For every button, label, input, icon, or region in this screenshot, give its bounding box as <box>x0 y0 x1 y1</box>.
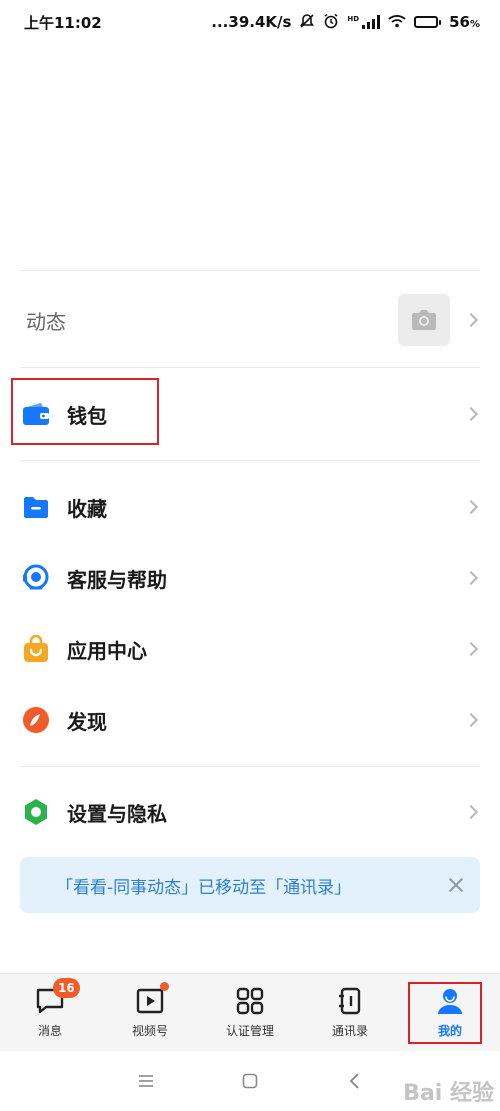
settings-label: 设置与隐私 <box>67 801 167 826</box>
tab-certification[interactable]: 认证管理 <box>200 974 300 1051</box>
wallet-highlight-box <box>11 378 159 445</box>
status-bar: 上午11:02 ...39.4K/s HD 56% <box>0 0 500 44</box>
divider <box>20 367 480 368</box>
tab-video[interactable]: 视频号 <box>100 974 200 1051</box>
chevron-right-icon <box>463 570 479 586</box>
tab-label: 消息 <box>37 1024 62 1038</box>
back-icon[interactable] <box>342 1069 366 1093</box>
status-icons: ...39.4K/s HD 56% <box>211 13 480 32</box>
hd-label: HD <box>347 15 360 23</box>
divider <box>20 270 480 271</box>
gear-icon <box>22 798 50 826</box>
tab-label: 视频号 <box>131 1024 168 1038</box>
menu-item-help[interactable]: 客服与帮助 <box>0 543 500 613</box>
chevron-right-icon <box>463 641 479 657</box>
tab-label: 认证管理 <box>225 1024 274 1038</box>
camera-button[interactable] <box>398 294 450 346</box>
compass-icon <box>22 706 50 734</box>
menu-item-app-center[interactable]: 应用中心 <box>0 614 500 684</box>
chevron-right-icon <box>463 312 479 328</box>
divider <box>20 460 480 461</box>
video-icon <box>135 982 169 1016</box>
menu-icon[interactable] <box>134 1069 158 1093</box>
chevron-right-icon <box>463 804 479 820</box>
close-icon[interactable] <box>448 877 464 893</box>
camera-icon <box>412 310 436 330</box>
folder-icon <box>22 493 50 521</box>
chat-icon: 16 <box>35 978 80 1016</box>
battery-icon <box>414 16 442 28</box>
status-time: 上午11:02 <box>24 13 102 32</box>
mute-bell-icon <box>299 13 315 32</box>
chevron-right-icon <box>463 712 479 728</box>
alarm-icon <box>323 13 339 32</box>
tab-messages[interactable]: 16 消息 <box>0 974 100 1051</box>
chevron-right-icon <box>463 406 479 422</box>
menu-item-label: 应用中心 <box>67 638 147 663</box>
headset-icon <box>22 564 50 592</box>
watermark: Bai 经验 <box>403 1081 494 1106</box>
notice-banner[interactable]: 「看看-同事动态」已移动至「通讯录」 <box>20 857 480 913</box>
signal-icon: HD <box>347 15 381 29</box>
battery-percent: 56% <box>449 13 480 31</box>
menu-item-favorites[interactable]: 收藏 <box>0 472 500 542</box>
menu-item-discover[interactable]: 发现 <box>0 685 500 755</box>
contacts-icon <box>335 986 365 1016</box>
menu-item-label: 收藏 <box>67 496 107 521</box>
tab-me-highlight-box <box>408 982 482 1044</box>
chevron-right-icon <box>463 499 479 515</box>
divider <box>20 766 480 767</box>
home-icon[interactable] <box>238 1069 262 1093</box>
menu-item-label: 客服与帮助 <box>67 567 167 592</box>
wifi-icon <box>388 14 406 31</box>
notification-dot <box>160 982 169 991</box>
menu-item-label: 发现 <box>67 709 107 734</box>
settings-row[interactable]: 设置与隐私 <box>0 777 500 847</box>
tab-label: 通讯录 <box>331 1024 368 1038</box>
notice-text: 「看看-同事动态」已移动至「通讯录」 <box>56 877 352 898</box>
bag-icon <box>22 635 50 663</box>
unread-badge: 16 <box>53 978 80 998</box>
moments-label: 动态 <box>26 309 66 334</box>
tab-contacts[interactable]: 通讯录 <box>300 974 400 1051</box>
network-speed: ...39.4K/s <box>211 13 292 31</box>
moments-row[interactable]: 动态 <box>0 275 500 365</box>
grid-icon <box>235 986 265 1016</box>
